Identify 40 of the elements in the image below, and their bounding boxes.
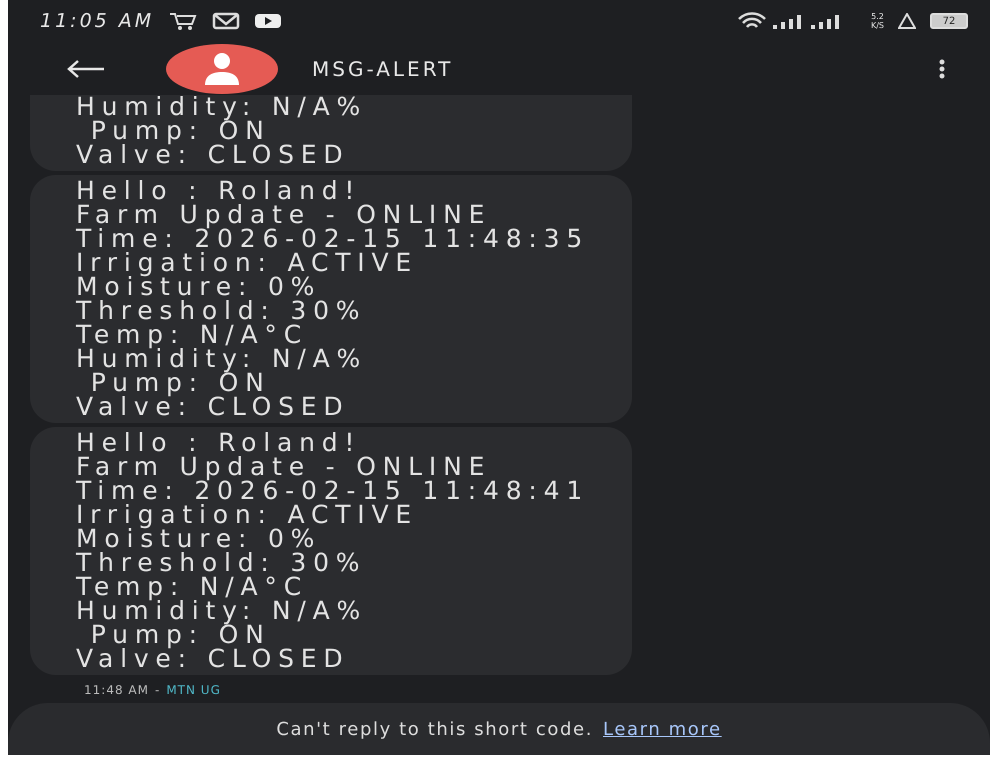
reply-notice: Can't reply to this short code. [276, 719, 594, 740]
back-arrow-icon [66, 58, 106, 79]
message-line: Valve: CLOSED [76, 395, 350, 420]
person-icon [202, 52, 242, 86]
message-line: Farm Update - ONLINE [76, 455, 492, 480]
contact-name: MSG-ALERT [312, 56, 454, 81]
mail-icon [212, 12, 240, 30]
warning-icon [898, 13, 916, 30]
message-line: Valve: CLOSED [76, 143, 350, 168]
message-line: Moisture: 0% [76, 275, 322, 300]
learn-more-link[interactable]: Learn more [603, 719, 722, 740]
message-line: Hello : Roland! [76, 431, 362, 456]
message-line: Temp: N/A°C [76, 323, 308, 348]
cart-icon [168, 11, 198, 32]
message-line: Hello : Roland! [76, 179, 362, 204]
message-line: Moisture: 0% [76, 527, 322, 552]
more-icon [938, 58, 946, 79]
message-line: Pump: ON [90, 371, 271, 396]
battery-icon: 72 [930, 13, 968, 30]
message-line: Valve: CLOSED [76, 647, 350, 672]
message-line: Time: 2026-02-15 11:48:41 [76, 479, 590, 504]
message-line: Humidity: N/A% [76, 347, 368, 372]
message-line: Farm Update - ONLINE [76, 203, 492, 228]
message-line: Threshold: 30% [76, 299, 368, 324]
message-line: Temp: N/A°C [76, 575, 308, 600]
message-line: Pump: ON [90, 623, 271, 648]
message-time: 11:48 AM [84, 683, 149, 700]
message-line: Humidity: N/A% [76, 95, 368, 120]
message-line: Pump: ON [90, 119, 271, 144]
message-line: Humidity: N/A% [76, 599, 368, 624]
separator-dash: - [154, 683, 160, 700]
message-line: Irrigation: ACTIVE [76, 503, 419, 528]
network-speed: 5.2 [871, 12, 884, 22]
message-line: Irrigation: ACTIVE [76, 251, 419, 276]
message-line: Threshold: 30% [76, 551, 368, 576]
clock-time: 11:05 AM [40, 10, 154, 32]
message-line: Time: 2026-02-15 11:48:35 [76, 227, 590, 252]
carrier-name: MTN UG [166, 683, 221, 700]
video-icon [254, 12, 282, 30]
speed-unit: K/S [870, 21, 884, 30]
